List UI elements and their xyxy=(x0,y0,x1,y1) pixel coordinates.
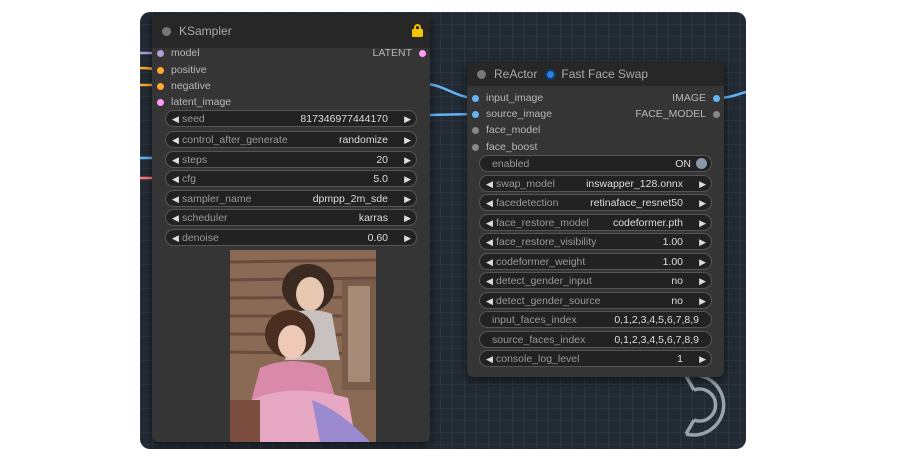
slot-dot-icon xyxy=(472,144,479,151)
decrement-arrow-icon[interactable]: ◀ xyxy=(486,235,493,249)
toggle-knob-icon[interactable] xyxy=(696,158,707,169)
decrement-arrow-icon[interactable]: ◀ xyxy=(172,192,179,206)
reactor-title-suffix: Fast Face Swap xyxy=(561,67,649,81)
increment-arrow-icon[interactable]: ▶ xyxy=(699,177,706,191)
increment-arrow-icon[interactable]: ▶ xyxy=(699,294,706,308)
increment-arrow-icon[interactable]: ▶ xyxy=(699,216,706,230)
widget-swap-model[interactable]: ◀ swap_model inswapper_128.onnx ▶ xyxy=(479,175,712,192)
widget-steps[interactable]: ◀ steps 20 ▶ xyxy=(165,151,417,168)
widget-codeformer-weight[interactable]: ◀ codeformer_weight 1.00 ▶ xyxy=(479,253,712,270)
increment-arrow-icon[interactable]: ▶ xyxy=(404,192,411,206)
reactor-title-prefix: ReActor xyxy=(494,67,538,81)
slot-dot-icon xyxy=(713,111,720,118)
slot-dot-icon xyxy=(157,50,164,57)
decrement-arrow-icon[interactable]: ◀ xyxy=(486,177,493,191)
preview-photo xyxy=(230,250,376,442)
input-slot-negative[interactable]: negative xyxy=(157,80,211,92)
widget-input-faces-index[interactable]: input_faces_index 0,1,2,3,4,5,6,7,8,9 xyxy=(479,311,712,328)
increment-arrow-icon[interactable]: ▶ xyxy=(699,235,706,249)
widget-face-restore-model[interactable]: ◀ face_restore_model codeformer.pth ▶ xyxy=(479,214,712,231)
widget-face-restore-visibility[interactable]: ◀ face_restore_visibility 1.00 ▶ xyxy=(479,233,712,250)
slot-dot-icon xyxy=(157,67,164,74)
slot-dot-icon xyxy=(157,83,164,90)
increment-arrow-icon[interactable]: ▶ xyxy=(699,352,706,366)
slot-dot-icon xyxy=(472,127,479,134)
widget-detect-gender-input[interactable]: ◀ detect_gender_input no ▶ xyxy=(479,272,712,289)
slot-dot-icon xyxy=(157,99,164,106)
increment-arrow-icon[interactable]: ▶ xyxy=(404,153,411,167)
ksampler-title: KSampler xyxy=(179,24,232,38)
decrement-arrow-icon[interactable]: ◀ xyxy=(486,196,493,210)
decrement-arrow-icon[interactable]: ◀ xyxy=(172,211,179,225)
widget-console-log-level[interactable]: ◀ console_log_level 1 ▶ xyxy=(479,350,712,367)
ksampler-title-bar[interactable]: KSampler xyxy=(152,14,430,48)
decrement-arrow-icon[interactable]: ◀ xyxy=(172,112,179,126)
input-slot-model[interactable]: model xyxy=(157,47,200,59)
slot-dot-icon xyxy=(419,50,426,57)
decrement-arrow-icon[interactable]: ◀ xyxy=(486,274,493,288)
increment-arrow-icon[interactable]: ▶ xyxy=(404,231,411,245)
widget-seed[interactable]: ◀ seed 817346977444170 ▶ xyxy=(165,110,417,127)
decrement-arrow-icon[interactable]: ◀ xyxy=(486,216,493,230)
output-slot-image[interactable]: IMAGE xyxy=(672,92,720,104)
widget-detect-gender-source[interactable]: ◀ detect_gender_source no ▶ xyxy=(479,292,712,309)
reactor-badge-icon xyxy=(545,68,557,80)
input-slot-latent-image[interactable]: latent_image xyxy=(157,96,231,108)
decrement-arrow-icon[interactable]: ◀ xyxy=(172,153,179,167)
input-slot-face-model[interactable]: face_model xyxy=(472,124,540,136)
widget-cfg[interactable]: ◀ cfg 5.0 ▶ xyxy=(165,170,417,187)
increment-arrow-icon[interactable]: ▶ xyxy=(699,196,706,210)
slot-dot-icon xyxy=(713,95,720,102)
increment-arrow-icon[interactable]: ▶ xyxy=(699,274,706,288)
input-slot-positive[interactable]: positive xyxy=(157,64,207,76)
input-slot-source-image[interactable]: source_image xyxy=(472,108,552,120)
decrement-arrow-icon[interactable]: ◀ xyxy=(172,231,179,245)
widget-scheduler[interactable]: ◀ scheduler karras ▶ xyxy=(165,209,417,226)
widget-denoise[interactable]: ◀ denoise 0.60 ▶ xyxy=(165,229,417,246)
widget-sampler-name[interactable]: ◀ sampler_name dpmpp_2m_sde ▶ xyxy=(165,190,417,207)
decrement-arrow-icon[interactable]: ◀ xyxy=(172,172,179,186)
output-slot-latent[interactable]: LATENT xyxy=(373,47,426,59)
increment-arrow-icon[interactable]: ▶ xyxy=(699,255,706,269)
widget-facedetection[interactable]: ◀ facedetection retinaface_resnet50 ▶ xyxy=(479,194,712,211)
slot-dot-icon xyxy=(472,95,479,102)
watermark-logo-icon xyxy=(684,373,726,437)
decrement-arrow-icon[interactable]: ◀ xyxy=(486,255,493,269)
lock-icon[interactable] xyxy=(412,24,423,37)
increment-arrow-icon[interactable]: ▶ xyxy=(404,172,411,186)
output-slot-face-model[interactable]: FACE_MODEL xyxy=(635,108,720,120)
increment-arrow-icon[interactable]: ▶ xyxy=(404,211,411,225)
slot-dot-icon xyxy=(472,111,479,118)
widget-control-after-generate[interactable]: ◀ control_after_generate randomize ▶ xyxy=(165,131,417,148)
widget-source-faces-index[interactable]: source_faces_index 0,1,2,3,4,5,6,7,8,9 xyxy=(479,331,712,348)
reactor-title-bar[interactable]: ReActor Fast Face Swap xyxy=(467,62,724,86)
decrement-arrow-icon[interactable]: ◀ xyxy=(486,352,493,366)
decrement-arrow-icon[interactable]: ◀ xyxy=(486,294,493,308)
input-slot-face-boost[interactable]: face_boost xyxy=(472,141,537,153)
increment-arrow-icon[interactable]: ▶ xyxy=(404,112,411,126)
increment-arrow-icon[interactable]: ▶ xyxy=(404,133,411,147)
collapse-dot-icon[interactable] xyxy=(477,69,486,79)
input-slot-input-image[interactable]: input_image xyxy=(472,92,543,104)
node-graph-canvas[interactable]: KSampler model positive negative latent_… xyxy=(140,12,746,449)
ksampler-node[interactable]: KSampler model positive negative latent_… xyxy=(152,14,430,442)
decrement-arrow-icon[interactable]: ◀ xyxy=(172,133,179,147)
collapse-dot-icon[interactable] xyxy=(162,26,171,36)
toggle-enabled[interactable]: enabled ON xyxy=(479,155,712,172)
preview-image xyxy=(230,250,376,442)
reactor-node[interactable]: ReActor Fast Face Swap input_image sourc… xyxy=(467,62,724,377)
